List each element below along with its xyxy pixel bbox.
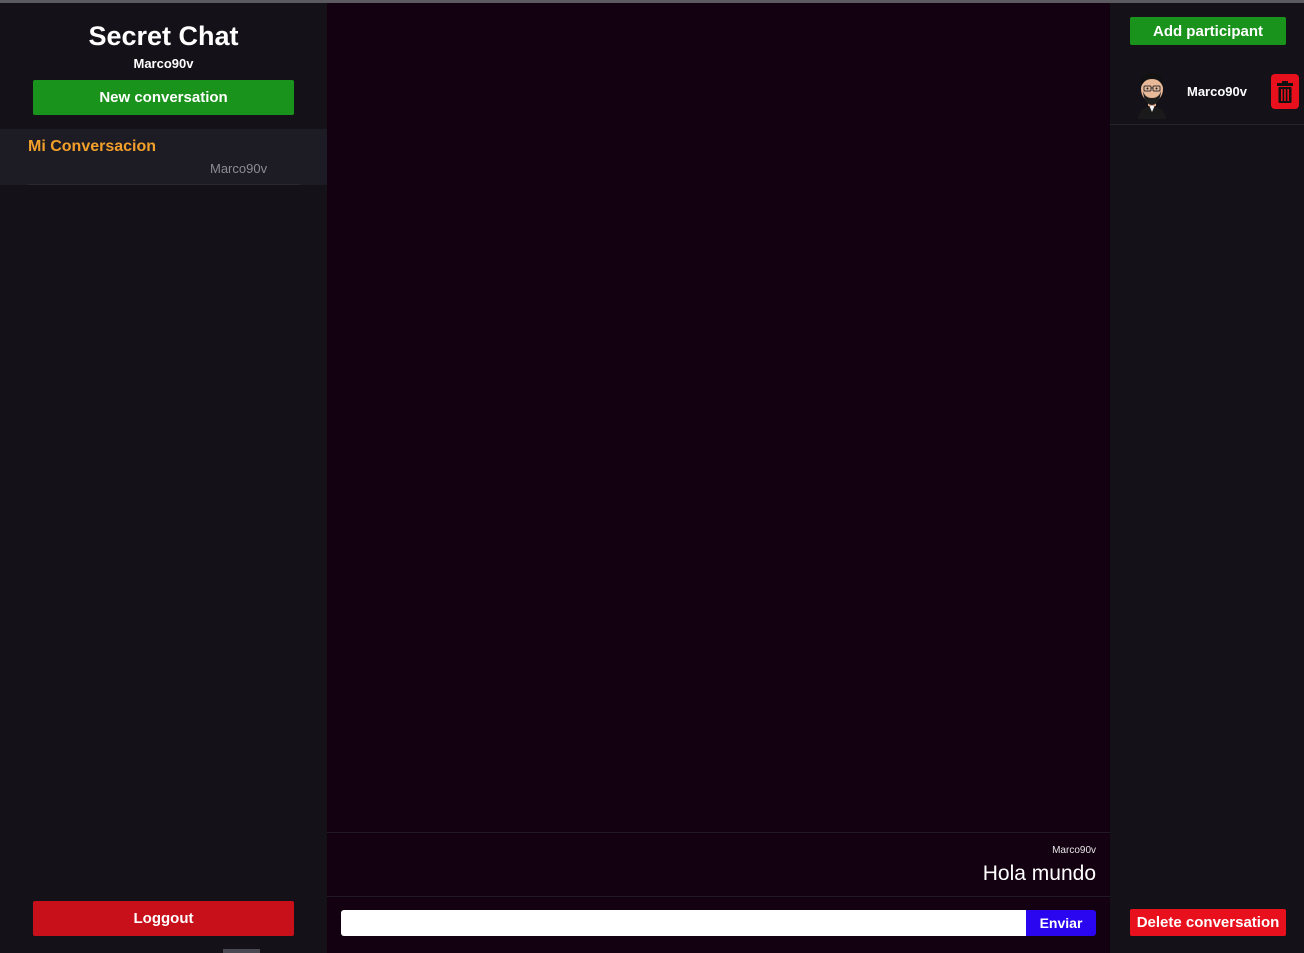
- conversation-title: Mi Conversacion: [28, 138, 157, 155]
- bearded-man-avatar: [1138, 73, 1166, 119]
- delete-conversation-button[interactable]: Delete conversation: [1130, 909, 1286, 936]
- current-username: Marco90v: [133, 56, 194, 71]
- participants-panel: Add participant Marco90v Delete conversa…: [1110, 3, 1304, 953]
- conversation-divider: [28, 184, 300, 185]
- sidebar: Secret Chat Marco90v New conversation Mi…: [0, 3, 327, 953]
- send-button[interactable]: Enviar: [1026, 910, 1096, 936]
- conversation-owner: Marco90v: [210, 161, 268, 176]
- trash-icon: [1277, 80, 1293, 103]
- logout-button[interactable]: Loggout: [33, 901, 294, 936]
- message-text: Hola mundo: [982, 862, 1096, 885]
- message-author: Marco90v: [1052, 845, 1096, 856]
- conversation-list-item[interactable]: Mi Conversacion Marco90v: [0, 129, 327, 185]
- new-conversation-button[interactable]: New conversation: [33, 80, 294, 115]
- participant-name: Marco90v: [1187, 84, 1247, 99]
- app-title: Secret Chat: [88, 21, 239, 51]
- participant-item: Marco90v: [1110, 63, 1304, 125]
- scrollbar-thumb[interactable]: [223, 949, 260, 953]
- message-item: Marco90v Hola mundo: [327, 832, 1110, 897]
- add-participant-button[interactable]: Add participant: [1130, 17, 1286, 45]
- chat-panel: Marco90v Hola mundo Enviar: [327, 3, 1110, 953]
- remove-participant-button[interactable]: [1271, 74, 1299, 109]
- message-input[interactable]: [341, 910, 1026, 936]
